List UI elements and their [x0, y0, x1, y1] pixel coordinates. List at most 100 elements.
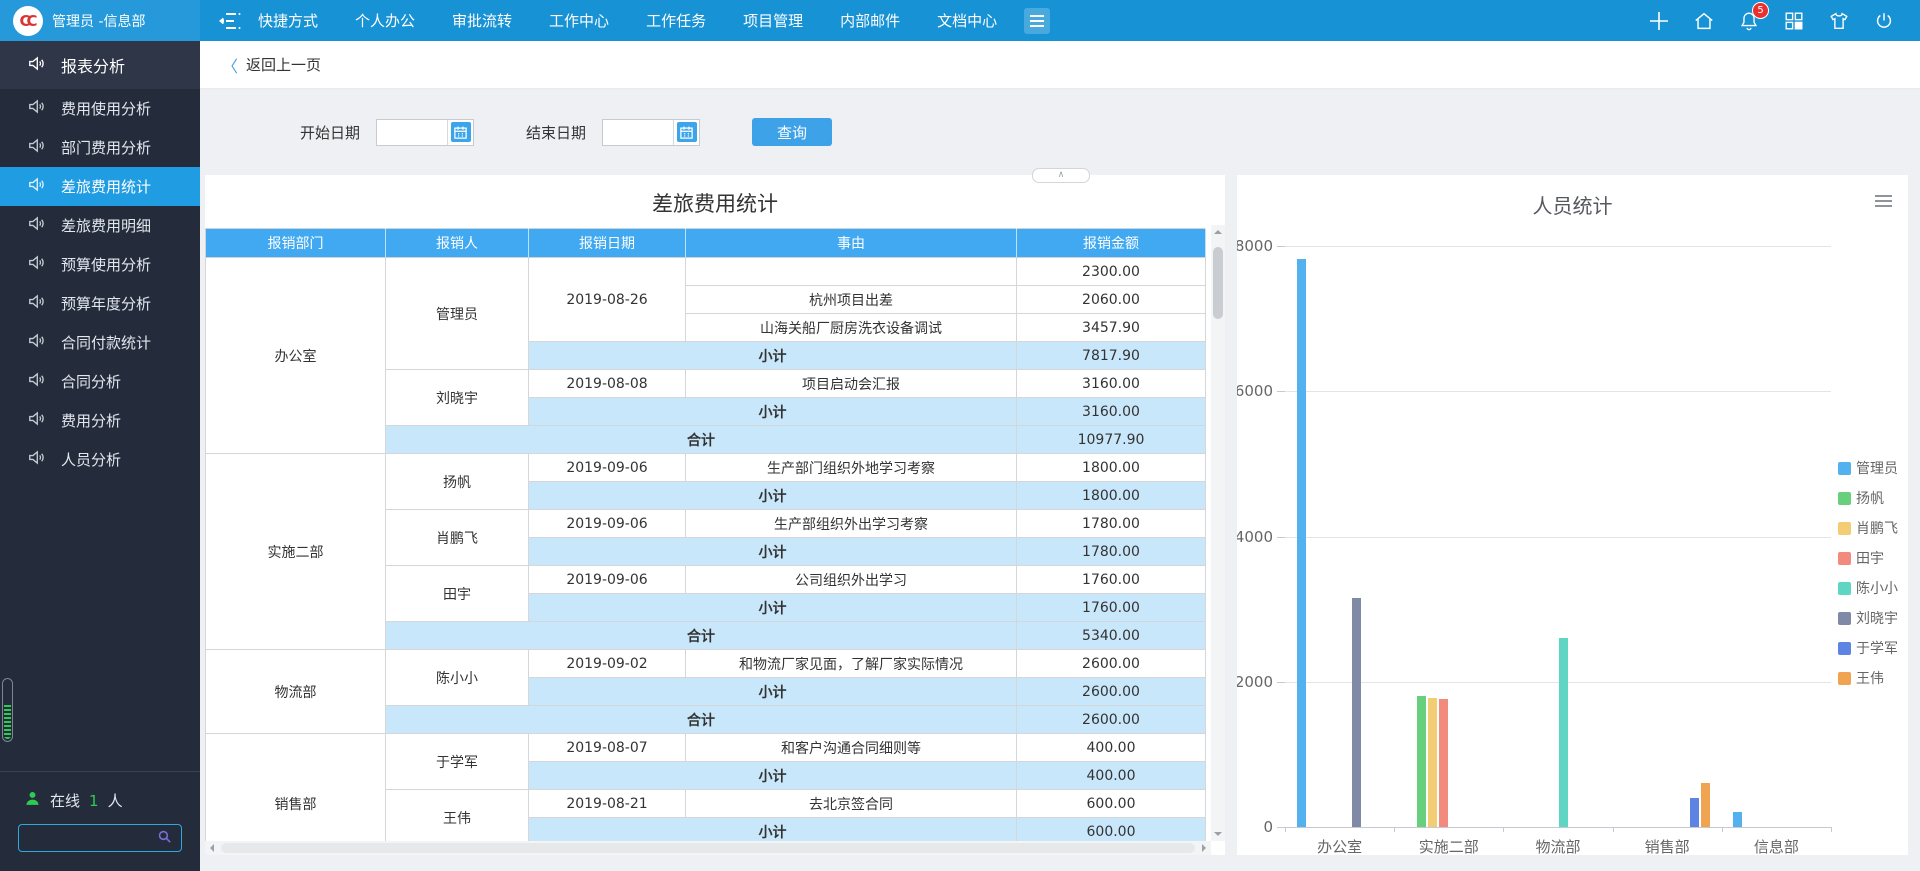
legend-item[interactable]: 刘晓宇: [1838, 608, 1898, 628]
user-label: 管理员 -信息部: [52, 11, 146, 31]
table-cell: 合计: [386, 706, 1017, 734]
scroll-left-arrow-icon[interactable]: [210, 844, 214, 852]
nav-item-6[interactable]: 内部邮件: [840, 10, 900, 31]
nav-item-1[interactable]: 个人办公: [355, 10, 415, 31]
legend-swatch: [1838, 492, 1851, 505]
table-cell: 1760.00: [1017, 566, 1206, 594]
table-cell: 小计: [529, 398, 1017, 426]
nav-item-2[interactable]: 审批流转: [452, 10, 512, 31]
table-cell: 扬帆: [386, 454, 529, 510]
nav-item-5[interactable]: 项目管理: [743, 10, 803, 31]
legend-item[interactable]: 扬帆: [1838, 488, 1898, 508]
speaker-icon: [27, 409, 46, 432]
top-bar: CC 管理员 -信息部 快捷方式 个人办公 审批流转 工作中心 工作任务 项目管理 内部邮件…: [0, 0, 1920, 41]
logo-mark: CC: [19, 12, 33, 30]
top-nav: 快捷方式 个人办公 审批流转 工作中心 工作任务 项目管理 内部邮件 文档中心: [258, 10, 997, 31]
legend-item[interactable]: 管理员: [1838, 458, 1898, 478]
legend-label: 肖鹏飞: [1856, 518, 1898, 538]
table-row: 物流部陈小小2019-09-02和物流厂家见面，了解厂家实际情况2600.00: [206, 650, 1206, 678]
zoom-meter[interactable]: [2, 678, 13, 742]
legend-item[interactable]: 于学军: [1838, 638, 1898, 658]
scrollbar-thumb[interactable]: [221, 843, 1195, 853]
notifications-bell-icon[interactable]: 5: [1738, 10, 1760, 32]
table-vertical-scrollbar[interactable]: [1211, 225, 1225, 841]
sidebar-item-7[interactable]: 合同分析: [0, 362, 200, 401]
theme-shirt-icon[interactable]: [1828, 10, 1850, 32]
sidebar-item-3[interactable]: 差旅费用明细: [0, 206, 200, 245]
sidebar-item-0[interactable]: 费用使用分析: [0, 89, 200, 128]
app-logo-icon: CC: [13, 6, 43, 36]
table-cell: [686, 258, 1017, 286]
apps-grid-icon[interactable]: [1783, 10, 1805, 32]
sidebar-group-report-analysis[interactable]: 报表分析: [0, 41, 200, 89]
filter-collapse-handle[interactable]: ∧: [1032, 168, 1090, 183]
table-cell: 项目启动会汇报: [686, 370, 1017, 398]
table-cell: 陈小小: [386, 650, 529, 706]
table-cell: 销售部: [206, 734, 386, 856]
legend-swatch: [1838, 642, 1851, 655]
nav-item-0[interactable]: 快捷方式: [258, 10, 318, 31]
legend-item[interactable]: 田宇: [1838, 548, 1898, 568]
sidebar-item-5[interactable]: 预算年度分析: [0, 284, 200, 323]
table-cell: 2019-08-08: [529, 370, 686, 398]
filter-bar: 开始日期 结束日期 查询: [200, 88, 832, 176]
main-content: 〈 返回上一页 开始日期 结束日期: [200, 41, 1920, 871]
sidebar-item-4[interactable]: 预算使用分析: [0, 245, 200, 284]
scroll-up-arrow-icon[interactable]: [1214, 230, 1222, 234]
nav-item-3[interactable]: 工作中心: [549, 10, 609, 31]
sidebar-item-2[interactable]: 差旅费用统计: [0, 167, 200, 206]
travel-expense-panel: 差旅费用统计 报销部门报销人报销日期事由报销金额 办公室管理员2019-08-2…: [205, 175, 1225, 855]
sidebar-item-label: 差旅费用明细: [61, 215, 151, 236]
sidebar-item-label: 人员分析: [61, 449, 121, 470]
sidebar-item-1[interactable]: 部门费用分析: [0, 128, 200, 167]
table-cell: 实施二部: [206, 454, 386, 650]
scroll-down-arrow-icon[interactable]: [1214, 832, 1222, 836]
sidebar-item-label: 预算年度分析: [61, 293, 151, 314]
calendar-icon: [677, 122, 697, 142]
speaker-icon: [27, 292, 46, 315]
sidebar-item-6[interactable]: 合同付款统计: [0, 323, 200, 362]
x-axis-tick: [1503, 827, 1504, 832]
home-icon[interactable]: [1693, 10, 1715, 32]
table-cell: 400.00: [1017, 734, 1206, 762]
table-cell: 3160.00: [1017, 370, 1206, 398]
chart-menu-icon[interactable]: [1875, 195, 1892, 207]
start-date-calendar-button[interactable]: [447, 120, 473, 145]
power-icon[interactable]: [1873, 10, 1895, 32]
legend-item[interactable]: 肖鹏飞: [1838, 518, 1898, 538]
add-icon[interactable]: [1648, 10, 1670, 32]
legend-item[interactable]: 陈小小: [1838, 578, 1898, 598]
sidebar-search: [18, 824, 182, 852]
y-axis-label: 8000: [1237, 237, 1285, 255]
end-date-calendar-button[interactable]: [673, 120, 699, 145]
column-header: 报销部门: [206, 229, 386, 258]
search-icon[interactable]: [156, 828, 173, 849]
sidebar-item-label: 费用分析: [61, 410, 121, 431]
menu-collapse-icon[interactable]: [219, 11, 243, 31]
query-button[interactable]: 查询: [752, 118, 832, 146]
legend-swatch: [1838, 552, 1851, 565]
legend-swatch: [1838, 672, 1851, 685]
nav-item-4[interactable]: 工作任务: [646, 10, 706, 31]
y-axis-label: 2000: [1237, 673, 1285, 691]
table-cell: 5340.00: [1017, 622, 1206, 650]
scroll-right-arrow-icon[interactable]: [1202, 844, 1206, 852]
online-status: 在线 1 人: [24, 790, 123, 811]
start-date-label: 开始日期: [300, 122, 360, 143]
more-menus-button[interactable]: [1024, 8, 1050, 34]
table-cell: 刘晓宇: [386, 370, 529, 426]
table-cell: 2019-09-06: [529, 510, 686, 538]
nav-item-7[interactable]: 文档中心: [937, 10, 997, 31]
sidebar-search-input[interactable]: [27, 830, 150, 847]
start-date-field: [376, 119, 474, 146]
table-horizontal-scrollbar[interactable]: [205, 841, 1211, 855]
back-link[interactable]: 返回上一页: [246, 54, 321, 75]
legend-item[interactable]: 王伟: [1838, 668, 1898, 688]
end-date-input[interactable]: [603, 120, 673, 145]
sidebar-item-9[interactable]: 人员分析: [0, 440, 200, 479]
sidebar-item-8[interactable]: 费用分析: [0, 401, 200, 440]
table-cell: 小计: [529, 594, 1017, 622]
scrollbar-thumb[interactable]: [1213, 247, 1223, 319]
start-date-input[interactable]: [377, 120, 447, 145]
legend-swatch: [1838, 612, 1851, 625]
